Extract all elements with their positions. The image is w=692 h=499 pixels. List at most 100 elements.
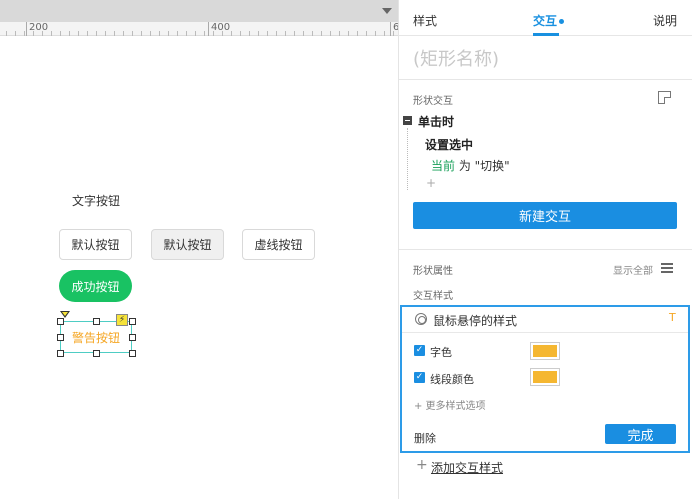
- inspector-tabs: 样式 交互 说明: [399, 0, 692, 36]
- text-button[interactable]: 文字按钮: [72, 192, 120, 209]
- add-interaction-style-link[interactable]: 添加交互样式: [431, 459, 503, 476]
- tab-style[interactable]: 样式: [413, 12, 437, 29]
- ruler-tick: [69, 31, 70, 36]
- resize-handle[interactable]: [57, 350, 64, 357]
- ruler-tick: [348, 31, 349, 36]
- swatch-fill: [533, 345, 557, 357]
- ruler-tick: [24, 31, 25, 36]
- ruler-tick: [267, 31, 268, 36]
- ruler-tick: [105, 31, 106, 36]
- collapse-icon[interactable]: [403, 116, 412, 125]
- section-label: 形状交互: [413, 96, 453, 107]
- event-label[interactable]: 单击时: [418, 113, 454, 130]
- ruler-tick: [285, 31, 286, 36]
- expand-icon[interactable]: [658, 91, 671, 104]
- action-value: 为 "切换": [455, 159, 510, 173]
- plus-icon[interactable]: +: [416, 457, 428, 473]
- font-color-swatch[interactable]: [530, 342, 560, 360]
- dashed-button[interactable]: 虚线按钮: [242, 229, 315, 260]
- ruler-tick: [132, 31, 133, 36]
- ruler-tick: [357, 31, 358, 36]
- hover-style-title: 鼠标悬停的样式: [433, 314, 518, 328]
- default-button-gray[interactable]: 默认按钮: [151, 229, 224, 260]
- resize-handle[interactable]: [57, 334, 64, 341]
- design-canvas[interactable]: 200 400 6 文字按钮 默认按钮 默认按钮 虚线按钮 成功按钮 警告按钮 ⚡: [0, 0, 399, 499]
- section-label: 交互样式: [413, 291, 453, 302]
- horizontal-ruler: 200 400 6: [0, 22, 399, 36]
- chevron-down-icon[interactable]: [382, 8, 392, 14]
- lightning-icon[interactable]: ⚡: [116, 314, 128, 326]
- line-color-checkbox[interactable]: ✓: [414, 372, 425, 383]
- ruler-tick: [204, 31, 205, 36]
- ruler-tick: [123, 31, 124, 36]
- done-button[interactable]: 完成: [605, 424, 676, 444]
- resize-handle[interactable]: [129, 318, 136, 325]
- default-button[interactable]: 默认按钮: [59, 229, 132, 260]
- ruler-tick: [321, 31, 322, 36]
- shape-name-input[interactable]: (矩形名称): [413, 45, 499, 71]
- ruler-tick: [258, 31, 259, 36]
- divider: [399, 79, 692, 80]
- ruler-tick: [276, 31, 277, 36]
- ruler-tick: [330, 31, 331, 36]
- resize-handle[interactable]: [93, 350, 100, 357]
- ruler-tick: [339, 31, 340, 36]
- tab-interaction[interactable]: 交互: [533, 12, 565, 29]
- success-button[interactable]: 成功按钮: [59, 270, 132, 302]
- ruler-tick: [186, 31, 187, 36]
- ruler-tick: [240, 31, 241, 36]
- new-interaction-button[interactable]: 新建交互: [413, 202, 677, 229]
- ruler-tick: [375, 31, 376, 36]
- active-tab-indicator: [533, 33, 559, 36]
- delete-link[interactable]: 删除: [414, 430, 436, 446]
- status-dot: [559, 19, 565, 24]
- ruler-tick: [6, 31, 7, 36]
- ruler-tick: [159, 31, 160, 36]
- ruler-tick: [294, 31, 295, 36]
- tab-notes[interactable]: 说明: [653, 12, 677, 29]
- ruler-tick: [141, 31, 142, 36]
- line-color-swatch[interactable]: [530, 368, 560, 386]
- ruler-tick: [303, 31, 304, 36]
- divider: [399, 249, 692, 250]
- ruler-tick: [60, 31, 61, 36]
- ruler-tick: [249, 31, 250, 36]
- ruler-tick: [384, 31, 385, 36]
- ruler-tick: [87, 31, 88, 36]
- tab-interaction-label: 交互: [533, 14, 558, 28]
- ruler-tick: [312, 31, 313, 36]
- action-label[interactable]: 设置选中: [425, 136, 473, 153]
- ruler-label: 200: [29, 22, 49, 33]
- ruler-tick: [150, 31, 151, 36]
- corner-radius-handle-icon[interactable]: [60, 311, 70, 318]
- ruler-tick: [114, 31, 115, 36]
- ruler-tick: [366, 31, 367, 36]
- menu-icon[interactable]: [661, 263, 673, 273]
- ruler-tick: [96, 31, 97, 36]
- resize-handle[interactable]: [57, 318, 64, 325]
- resize-handle[interactable]: [129, 334, 136, 341]
- ruler-major-tick: [390, 22, 391, 36]
- action-detail[interactable]: 当前 为 "切换": [431, 157, 510, 174]
- section-label: 形状属性: [413, 266, 453, 277]
- tree-line: [407, 128, 408, 190]
- ruler-tick: [231, 31, 232, 36]
- action-target: 当前: [431, 159, 456, 173]
- show-all-link[interactable]: 显示全部: [613, 262, 653, 277]
- add-action-icon[interactable]: +: [426, 176, 436, 190]
- option-label: 字色: [430, 346, 452, 359]
- resize-handle[interactable]: [129, 350, 136, 357]
- text-type-icon[interactable]: T: [669, 311, 676, 324]
- ruler-major-tick: [208, 22, 209, 36]
- ruler-tick: [177, 31, 178, 36]
- ruler-tick: [78, 31, 79, 36]
- ruler-tick: [51, 31, 52, 36]
- ruler-tick: [15, 31, 16, 36]
- more-style-options-link[interactable]: + 更多样式选项: [414, 397, 486, 412]
- resize-handle[interactable]: [93, 318, 100, 325]
- font-color-checkbox[interactable]: ✓: [414, 345, 425, 356]
- option-label: 线段颜色: [430, 373, 474, 386]
- ruler-tick: [195, 31, 196, 36]
- card-header[interactable]: 鼠标悬停的样式 T: [402, 307, 688, 333]
- hover-style-card: 鼠标悬停的样式 T ✓ 字色 ✓ 线段颜色 + 更多样式选项 删除 完成: [400, 305, 690, 453]
